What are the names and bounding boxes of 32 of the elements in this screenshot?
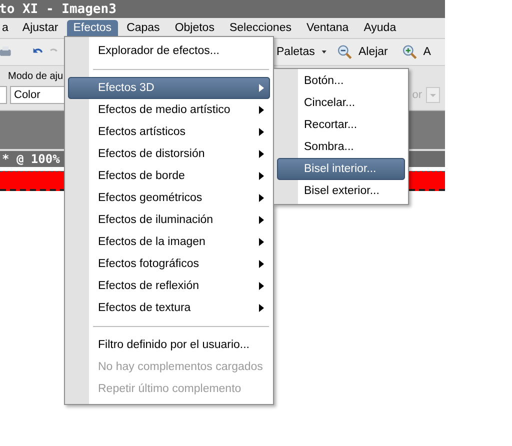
palettes-button[interactable]: Paletas xyxy=(272,46,319,58)
menu-item[interactable]: Efectos de borde xyxy=(68,165,270,187)
menu-item[interactable]: Efectos artísticos xyxy=(68,121,270,143)
menu-item[interactable]: Efectos de textura xyxy=(68,297,270,319)
menu-bar-item[interactable]: Capas xyxy=(120,20,166,36)
menu-item[interactable]: Efectos de iluminación xyxy=(68,209,270,231)
menu-bar-item[interactable]: Efectos xyxy=(67,20,118,36)
menu-bar-item[interactable]: Ayuda xyxy=(358,20,402,36)
menu-bar-item[interactable]: Objetos xyxy=(168,20,220,36)
menu-item[interactable]: Filtro definido por el usuario... xyxy=(68,334,270,356)
menu-item[interactable]: Botón... xyxy=(277,70,405,92)
menu-item[interactable]: Recortar... xyxy=(277,114,405,136)
menu-bar-item[interactable]: a xyxy=(0,20,14,36)
menu-item[interactable]: Bisel exterior... xyxy=(277,180,405,202)
menu-bar-item[interactable]: Ventana xyxy=(300,20,355,36)
menu-item[interactable]: Sombra... xyxy=(277,136,405,158)
window-title: to XI - Imagen3 xyxy=(0,2,116,16)
document-title: * @ 100% xyxy=(2,152,60,166)
menu-item[interactable]: Efectos de distorsión xyxy=(68,143,270,165)
zoom-out-button[interactable]: Alejar xyxy=(354,46,392,58)
menu-item[interactable]: Explorador de efectos... xyxy=(68,40,270,62)
menu-item[interactable]: Efectos fotográficos xyxy=(68,253,270,275)
menu-item[interactable]: Efectos 3D xyxy=(68,77,270,99)
menu-bar-item[interactable]: Selecciones xyxy=(223,20,298,36)
zoom-in-button[interactable]: A xyxy=(419,46,435,58)
mode-label: Modo de aju xyxy=(8,71,64,82)
menu-item[interactable]: Efectos geométricos xyxy=(68,187,270,209)
menu-item[interactable]: Efectos de la imagen xyxy=(68,231,270,253)
menu-item[interactable]: Efectos de reflexión xyxy=(68,275,270,297)
menu-bar-item[interactable]: Ajustar xyxy=(16,20,64,36)
menu-item[interactable]: Cincelar... xyxy=(277,92,405,114)
menu-item[interactable]: Bisel interior... xyxy=(277,158,405,180)
